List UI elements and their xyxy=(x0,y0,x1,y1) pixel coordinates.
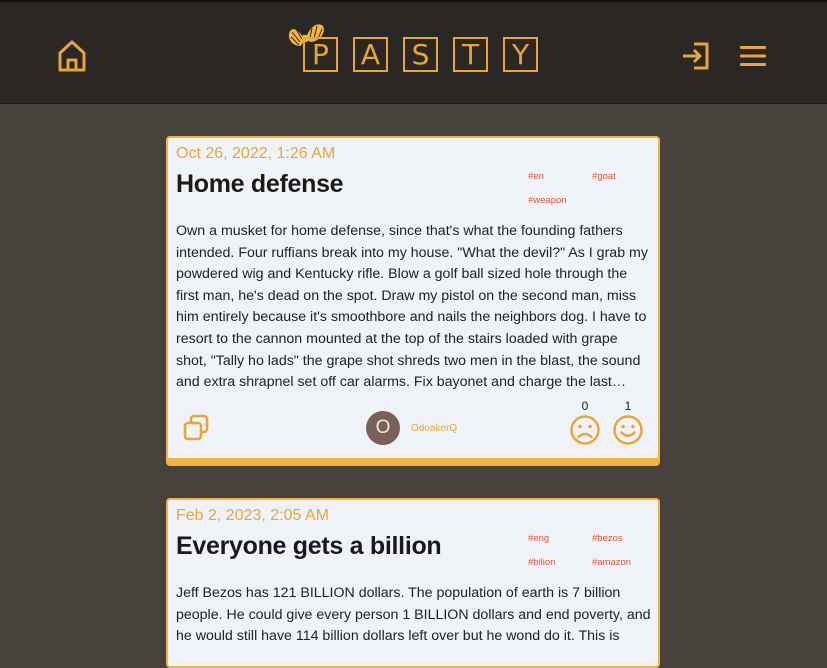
home-button[interactable] xyxy=(52,36,92,76)
tag-link[interactable]: #eng xyxy=(528,532,592,546)
hamburger-menu-icon xyxy=(740,46,766,66)
logo-letter: T xyxy=(453,37,488,72)
post-title[interactable]: Everyone gets a billion xyxy=(176,532,442,561)
logo-letter: Y xyxy=(503,37,538,72)
post-body: Jeff Bezos has 121 BILLION dollars. The … xyxy=(176,585,651,645)
happy-reaction-button[interactable]: 1 xyxy=(611,400,645,446)
login-button[interactable] xyxy=(676,36,716,76)
post-title[interactable]: Home defense xyxy=(176,170,344,199)
author-name[interactable]: OdoakerQ xyxy=(411,423,457,434)
avatar[interactable]: O xyxy=(366,411,400,445)
post-card[interactable]: Oct 26, 2022, 1:26 AM Home defense #en #… xyxy=(166,136,660,466)
sad-face-icon xyxy=(570,415,600,445)
post-footer: O OdoakerQ 0 1 xyxy=(168,396,658,456)
post-body: Own a musket for home defense, since tha… xyxy=(176,223,648,391)
menu-button[interactable] xyxy=(733,36,773,76)
happy-reaction-count: 1 xyxy=(624,399,632,413)
login-icon xyxy=(683,42,709,70)
post-date: Oct 26, 2022, 1:26 AM xyxy=(176,145,336,162)
tag-link[interactable]: #en xyxy=(528,170,592,184)
home-icon xyxy=(58,40,86,72)
post-card[interactable]: Feb 2, 2023, 2:05 AM Everyone gets a bil… xyxy=(166,498,660,668)
post-date: Feb 2, 2023, 2:05 AM xyxy=(176,507,329,524)
tag-link[interactable]: #bezos xyxy=(592,532,656,546)
tag-link[interactable]: #amazon xyxy=(592,556,656,570)
sad-reaction-button[interactable]: 0 xyxy=(568,400,602,446)
copy-icon xyxy=(183,414,209,441)
post-tags: #en #goat #weapon xyxy=(528,170,658,208)
pasty-logo[interactable]: P A S T Y xyxy=(303,37,538,72)
logo-letter: P xyxy=(303,37,338,72)
happy-face-icon xyxy=(613,415,643,445)
logo-letter: S xyxy=(403,37,438,72)
tag-link[interactable]: #bilion xyxy=(528,556,592,570)
post-tags: #eng #bezos #bilion #amazon xyxy=(528,532,658,570)
tag-link[interactable]: #weapon xyxy=(528,194,592,208)
sad-reaction-count: 0 xyxy=(581,399,589,413)
tag-link[interactable]: #goat xyxy=(592,170,656,184)
top-navigation-bar: P A S T Y xyxy=(0,0,827,104)
logo-letter: A xyxy=(353,37,388,72)
copy-button[interactable] xyxy=(182,414,210,442)
